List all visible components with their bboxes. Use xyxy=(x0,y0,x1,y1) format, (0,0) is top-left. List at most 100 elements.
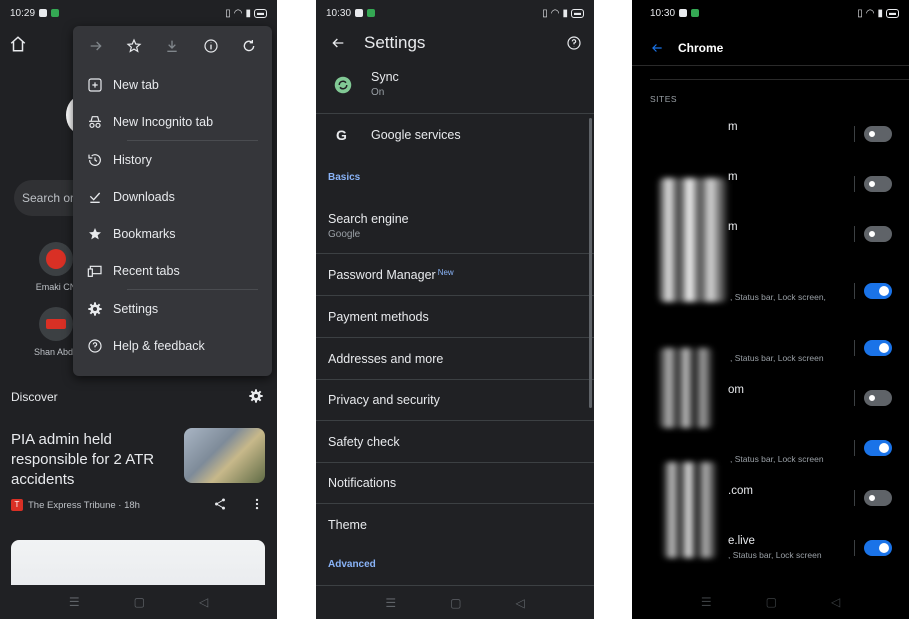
settings-row-payment-methods[interactable]: Payment methods xyxy=(316,296,594,338)
home-nav-icon[interactable]: ▢ xyxy=(134,595,145,609)
settings-row-theme[interactable]: Theme xyxy=(316,504,594,546)
menu-item-recent-tabs[interactable]: Recent tabs xyxy=(73,252,272,289)
menu-item-label: History xyxy=(113,152,152,167)
separator xyxy=(854,126,855,142)
back-nav-icon[interactable]: ◁ xyxy=(515,596,524,610)
home-nav-icon[interactable]: ▢ xyxy=(766,595,777,609)
menu-item-bookmarks[interactable]: Bookmarks xyxy=(73,215,272,252)
settings-row-password-manager[interactable]: Password Manager New xyxy=(316,254,594,296)
vibrate-icon: ▯ xyxy=(857,7,863,19)
article-thumbnail[interactable] xyxy=(184,428,265,483)
shortcut-favicon-icon xyxy=(46,249,66,269)
site-toggle[interactable] xyxy=(864,390,892,406)
settings-row-addresses[interactable]: Addresses and more xyxy=(316,338,594,380)
sync-label: Sync xyxy=(371,70,399,84)
article-title[interactable]: PIA admin held responsible for 2 ATR acc… xyxy=(11,430,171,490)
settings-row-search-engine[interactable]: Search engine Google xyxy=(316,200,594,254)
menu-item-downloads[interactable]: Downloads xyxy=(73,178,272,215)
site-toggle[interactable] xyxy=(864,126,892,142)
settings-row-safety-check[interactable]: Safety check xyxy=(316,421,594,463)
separator xyxy=(854,283,855,299)
site-name: e.live xyxy=(728,535,755,547)
status-right: ▯ ◠ ▮ ▬ xyxy=(225,8,267,19)
system-nav-bar: ☰ ▢ ◁ xyxy=(0,585,277,619)
menu-item-label: Settings xyxy=(113,301,159,316)
menu-nav-icon[interactable]: ☰ xyxy=(701,595,712,609)
settings-row-label: Privacy and security xyxy=(328,393,440,407)
wifi-icon: ◠ xyxy=(550,7,560,19)
menu-item-help-feedback[interactable]: Help & feedback xyxy=(73,327,272,364)
home-nav-icon[interactable]: ▢ xyxy=(450,596,461,610)
back-arrow-icon[interactable] xyxy=(650,41,664,55)
menu-nav-icon[interactable]: ☰ xyxy=(385,596,396,610)
article-source-label: The Express Tribune · 18h xyxy=(28,499,140,511)
divider xyxy=(650,79,909,80)
refresh-icon[interactable] xyxy=(240,37,258,55)
site-toggle[interactable] xyxy=(864,340,892,356)
star-icon xyxy=(87,226,103,242)
blurred-site-icons xyxy=(658,348,714,428)
menu-item-label: Bookmarks xyxy=(113,226,176,241)
google-g-icon: G xyxy=(336,127,347,143)
site-name: om xyxy=(728,384,744,396)
site-entry: e.live , Status bar, Lock screen xyxy=(728,535,822,560)
notification-icon xyxy=(679,9,688,17)
status-bar: 10:30 ▯ ◠ ▮ ▬ xyxy=(632,0,909,26)
overflow-menu: New tab New Incognito tab History Downlo… xyxy=(73,26,272,376)
gear-icon xyxy=(87,301,103,317)
password-manager-label: Password Manager xyxy=(328,268,436,282)
settings-row-sync[interactable]: Sync On xyxy=(316,62,594,114)
new-badge: New xyxy=(437,268,454,277)
home-icon[interactable] xyxy=(9,35,27,53)
bookmark-star-icon[interactable] xyxy=(125,37,143,55)
menu-item-new-incognito-tab[interactable]: New Incognito tab xyxy=(73,103,272,140)
share-icon[interactable] xyxy=(213,497,227,511)
menu-item-history[interactable]: History xyxy=(73,141,272,178)
site-toggle[interactable] xyxy=(864,490,892,506)
back-arrow-icon[interactable] xyxy=(330,35,346,51)
download-icon[interactable] xyxy=(163,37,181,55)
page-title: Chrome xyxy=(678,40,724,55)
forward-icon[interactable] xyxy=(87,37,105,55)
section-header-basics: Basics xyxy=(328,172,361,183)
app-notification-icon xyxy=(691,9,700,17)
menu-item-settings[interactable]: Settings xyxy=(73,290,272,327)
settings-screen: 10:30 ▯ ◠ ▮ ▬ Settings Sync On G Google … xyxy=(316,0,594,619)
site-toggle[interactable] xyxy=(864,440,892,456)
menu-nav-icon[interactable]: ☰ xyxy=(69,595,80,609)
status-right: ▯ ◠ ▮ ▬ xyxy=(542,8,584,19)
settings-header: Settings xyxy=(316,26,594,60)
separator xyxy=(854,226,855,242)
site-entry: om xyxy=(728,384,744,396)
site-entry: , Status bar, Lock screen xyxy=(730,451,824,464)
info-icon[interactable] xyxy=(202,37,220,55)
site-toggle[interactable] xyxy=(864,226,892,242)
menu-item-label: New tab xyxy=(113,77,159,92)
site-toggle[interactable] xyxy=(864,283,892,299)
help-icon[interactable] xyxy=(566,35,582,51)
scrollbar[interactable] xyxy=(589,118,592,408)
settings-row-notifications[interactable]: Notifications xyxy=(316,463,594,504)
site-entry: m xyxy=(728,121,738,133)
site-toggle[interactable] xyxy=(864,176,892,192)
signal-icon: ▮ xyxy=(245,7,251,19)
settings-row-google-services[interactable]: G Google services xyxy=(316,114,594,156)
discover-settings-gear-icon[interactable] xyxy=(248,388,264,404)
separator xyxy=(854,540,855,556)
more-vert-icon[interactable] xyxy=(252,497,262,511)
menu-item-new-tab[interactable]: New tab xyxy=(73,66,272,103)
app-notification-icon xyxy=(51,9,60,17)
settings-row-label: Safety check xyxy=(328,435,400,449)
settings-row-privacy-security[interactable]: Privacy and security xyxy=(316,380,594,421)
menu-item-label: Help & feedback xyxy=(113,338,205,353)
signal-icon: ▮ xyxy=(562,7,568,19)
battery-icon: ▬ xyxy=(886,8,899,18)
notification-icon xyxy=(355,9,364,17)
download-check-icon xyxy=(87,189,103,205)
app-notification-icon xyxy=(367,9,376,17)
back-nav-icon[interactable]: ◁ xyxy=(199,595,208,609)
back-nav-icon[interactable]: ◁ xyxy=(831,595,840,609)
plus-box-icon xyxy=(87,77,103,93)
shortcut-label: Emaki CN xyxy=(35,282,77,292)
site-toggle[interactable] xyxy=(864,540,892,556)
